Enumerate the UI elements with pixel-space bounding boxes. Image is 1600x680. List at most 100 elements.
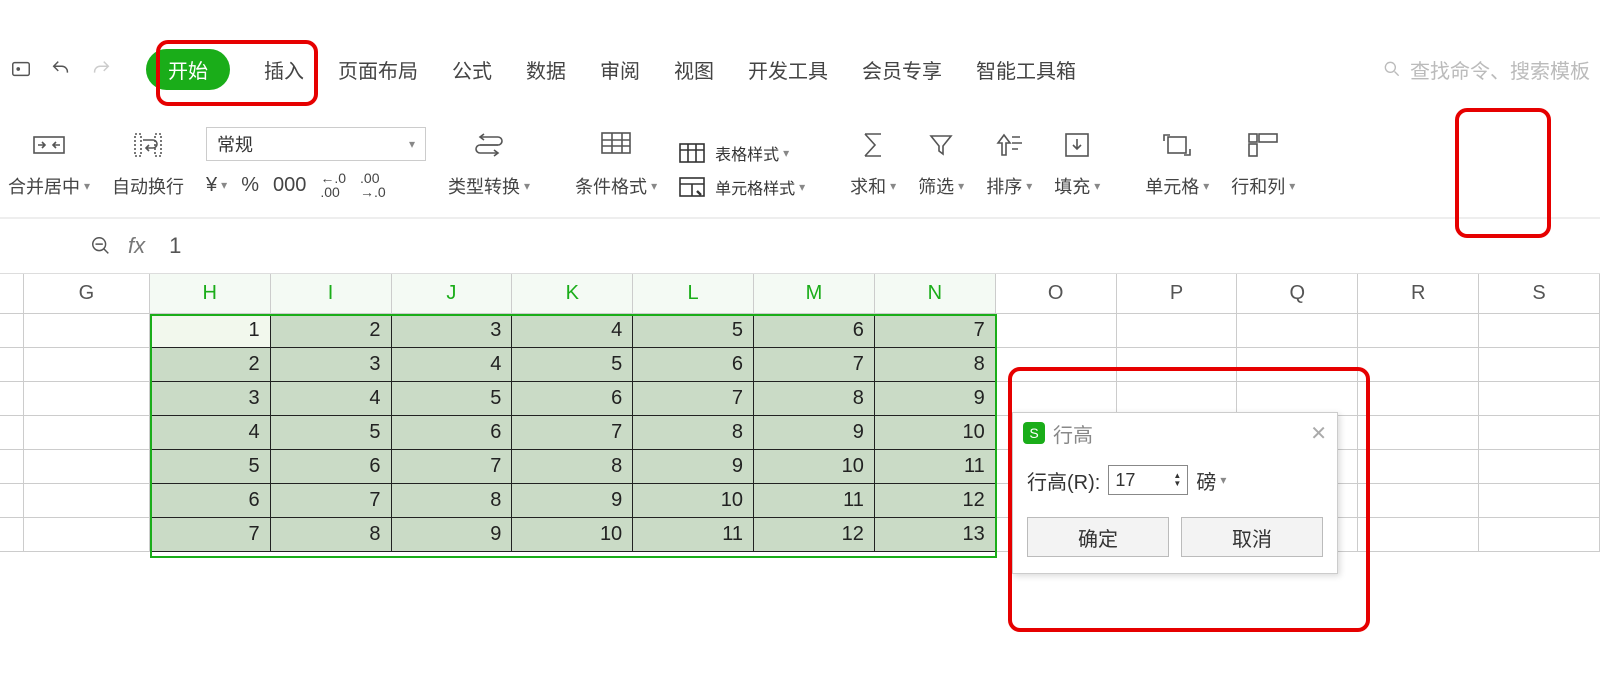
cancel-button[interactable]: 取消 bbox=[1181, 517, 1323, 557]
cell[interactable]: 2 bbox=[150, 348, 271, 382]
cell[interactable]: 8 bbox=[271, 518, 392, 552]
column-header[interactable]: Q bbox=[1237, 274, 1358, 313]
cell[interactable]: 7 bbox=[150, 518, 271, 552]
cell[interactable]: 13 bbox=[875, 518, 996, 552]
column-header[interactable]: O bbox=[996, 274, 1117, 313]
decrease-decimal-button[interactable]: ←.0 .00 bbox=[320, 171, 346, 199]
wrap-text-button[interactable]: 自动换行 bbox=[112, 127, 184, 199]
cell[interactable]: 10 bbox=[512, 518, 633, 552]
cell[interactable] bbox=[1237, 314, 1358, 348]
tab-member[interactable]: 会员专享 bbox=[862, 55, 942, 84]
column-header[interactable]: L bbox=[633, 274, 754, 313]
cell[interactable] bbox=[1237, 348, 1358, 382]
cell[interactable]: 11 bbox=[754, 484, 875, 518]
cell[interactable]: 6 bbox=[754, 314, 875, 348]
cell[interactable]: 8 bbox=[512, 450, 633, 484]
sum-button[interactable]: 求和▾ bbox=[850, 127, 896, 199]
row-height-input[interactable]: 17 ▲▼ bbox=[1108, 465, 1188, 495]
cell[interactable] bbox=[1358, 484, 1479, 518]
cell[interactable]: 8 bbox=[875, 348, 996, 382]
cell[interactable] bbox=[1479, 382, 1600, 416]
tab-view[interactable]: 视图 bbox=[674, 55, 714, 84]
tab-data[interactable]: 数据 bbox=[526, 55, 566, 84]
conditional-format-button[interactable]: 条件格式▾ bbox=[575, 127, 657, 199]
tab-page-layout[interactable]: 页面布局 bbox=[338, 55, 418, 84]
cell[interactable]: 4 bbox=[512, 314, 633, 348]
cell[interactable]: 4 bbox=[392, 348, 513, 382]
cell[interactable]: 9 bbox=[875, 382, 996, 416]
cell[interactable]: 7 bbox=[875, 314, 996, 348]
spinner-icon[interactable]: ▲▼ bbox=[1173, 472, 1181, 488]
cell[interactable]: 5 bbox=[150, 450, 271, 484]
formula-input[interactable]: 1 bbox=[161, 229, 1590, 263]
cell[interactable]: 7 bbox=[633, 382, 754, 416]
cell[interactable] bbox=[996, 314, 1117, 348]
number-format-dropdown[interactable]: 常规 ▾ bbox=[206, 127, 426, 161]
cell[interactable]: 7 bbox=[512, 416, 633, 450]
merge-center-button[interactable]: 合并居中▾ bbox=[8, 127, 90, 199]
cell[interactable]: 1 bbox=[150, 314, 271, 348]
cell[interactable] bbox=[24, 416, 150, 450]
type-convert-button[interactable]: 类型转换▾ bbox=[448, 127, 530, 199]
cell[interactable]: 9 bbox=[754, 416, 875, 450]
cell[interactable] bbox=[1479, 518, 1600, 552]
unit-dropdown[interactable]: 磅▾ bbox=[1196, 466, 1226, 495]
cell[interactable] bbox=[1237, 382, 1358, 416]
cell[interactable] bbox=[24, 348, 150, 382]
tab-developer[interactable]: 开发工具 bbox=[748, 55, 828, 84]
cell[interactable] bbox=[1479, 348, 1600, 382]
search-box[interactable]: 查找命令、搜索模板 bbox=[1382, 55, 1590, 84]
cell[interactable]: 5 bbox=[633, 314, 754, 348]
tab-smart-tools[interactable]: 智能工具箱 bbox=[976, 55, 1076, 84]
cell[interactable] bbox=[1479, 416, 1600, 450]
cell[interactable] bbox=[1479, 450, 1600, 484]
cell[interactable]: 6 bbox=[150, 484, 271, 518]
cell[interactable] bbox=[1479, 314, 1600, 348]
rows-cols-button[interactable]: 行和列▾ bbox=[1231, 127, 1295, 199]
cell[interactable] bbox=[1358, 314, 1479, 348]
cell[interactable] bbox=[1358, 348, 1479, 382]
cell[interactable]: 12 bbox=[875, 484, 996, 518]
filter-button[interactable]: 筛选▾ bbox=[918, 127, 964, 199]
cell[interactable]: 7 bbox=[392, 450, 513, 484]
column-header[interactable]: K bbox=[512, 274, 633, 313]
cell[interactable]: 11 bbox=[875, 450, 996, 484]
cell[interactable] bbox=[1358, 450, 1479, 484]
zoom-out-icon[interactable] bbox=[90, 235, 112, 257]
fx-label[interactable]: fx bbox=[128, 233, 145, 259]
increase-decimal-button[interactable]: .00 →.0 bbox=[360, 171, 386, 199]
cell[interactable] bbox=[1479, 484, 1600, 518]
tab-start[interactable]: 开始 bbox=[146, 49, 230, 90]
close-icon[interactable]: ✕ bbox=[1310, 421, 1327, 446]
column-header[interactable]: H bbox=[150, 274, 271, 313]
cell[interactable]: 4 bbox=[271, 382, 392, 416]
cell[interactable]: 6 bbox=[512, 382, 633, 416]
cell[interactable]: 9 bbox=[633, 450, 754, 484]
cell[interactable]: 10 bbox=[633, 484, 754, 518]
cell[interactable] bbox=[1117, 314, 1238, 348]
undo-icon[interactable] bbox=[50, 58, 72, 80]
quick-access-icon[interactable] bbox=[10, 58, 32, 80]
column-header[interactable]: M bbox=[754, 274, 875, 313]
cell[interactable] bbox=[1358, 382, 1479, 416]
cell[interactable] bbox=[24, 518, 150, 552]
cell[interactable] bbox=[24, 382, 150, 416]
table-style-button[interactable]: 表格样式▾ bbox=[679, 141, 789, 165]
cell[interactable]: 4 bbox=[150, 416, 271, 450]
cell[interactable]: 5 bbox=[392, 382, 513, 416]
cell[interactable]: 7 bbox=[271, 484, 392, 518]
column-header[interactable]: N bbox=[875, 274, 996, 313]
thousand-sep-button[interactable]: 000 bbox=[273, 174, 306, 197]
cell[interactable]: 6 bbox=[271, 450, 392, 484]
cell[interactable]: 5 bbox=[271, 416, 392, 450]
cell[interactable] bbox=[24, 484, 150, 518]
column-header[interactable]: G bbox=[24, 274, 150, 313]
cell[interactable] bbox=[24, 450, 150, 484]
currency-button[interactable]: ¥ ▾ bbox=[206, 174, 227, 197]
cells-button[interactable]: 单元格▾ bbox=[1145, 127, 1209, 199]
column-header[interactable]: P bbox=[1117, 274, 1238, 313]
cell[interactable] bbox=[996, 382, 1117, 416]
cell[interactable]: 3 bbox=[392, 314, 513, 348]
column-header[interactable]: R bbox=[1358, 274, 1479, 313]
column-header[interactable]: S bbox=[1479, 274, 1600, 313]
